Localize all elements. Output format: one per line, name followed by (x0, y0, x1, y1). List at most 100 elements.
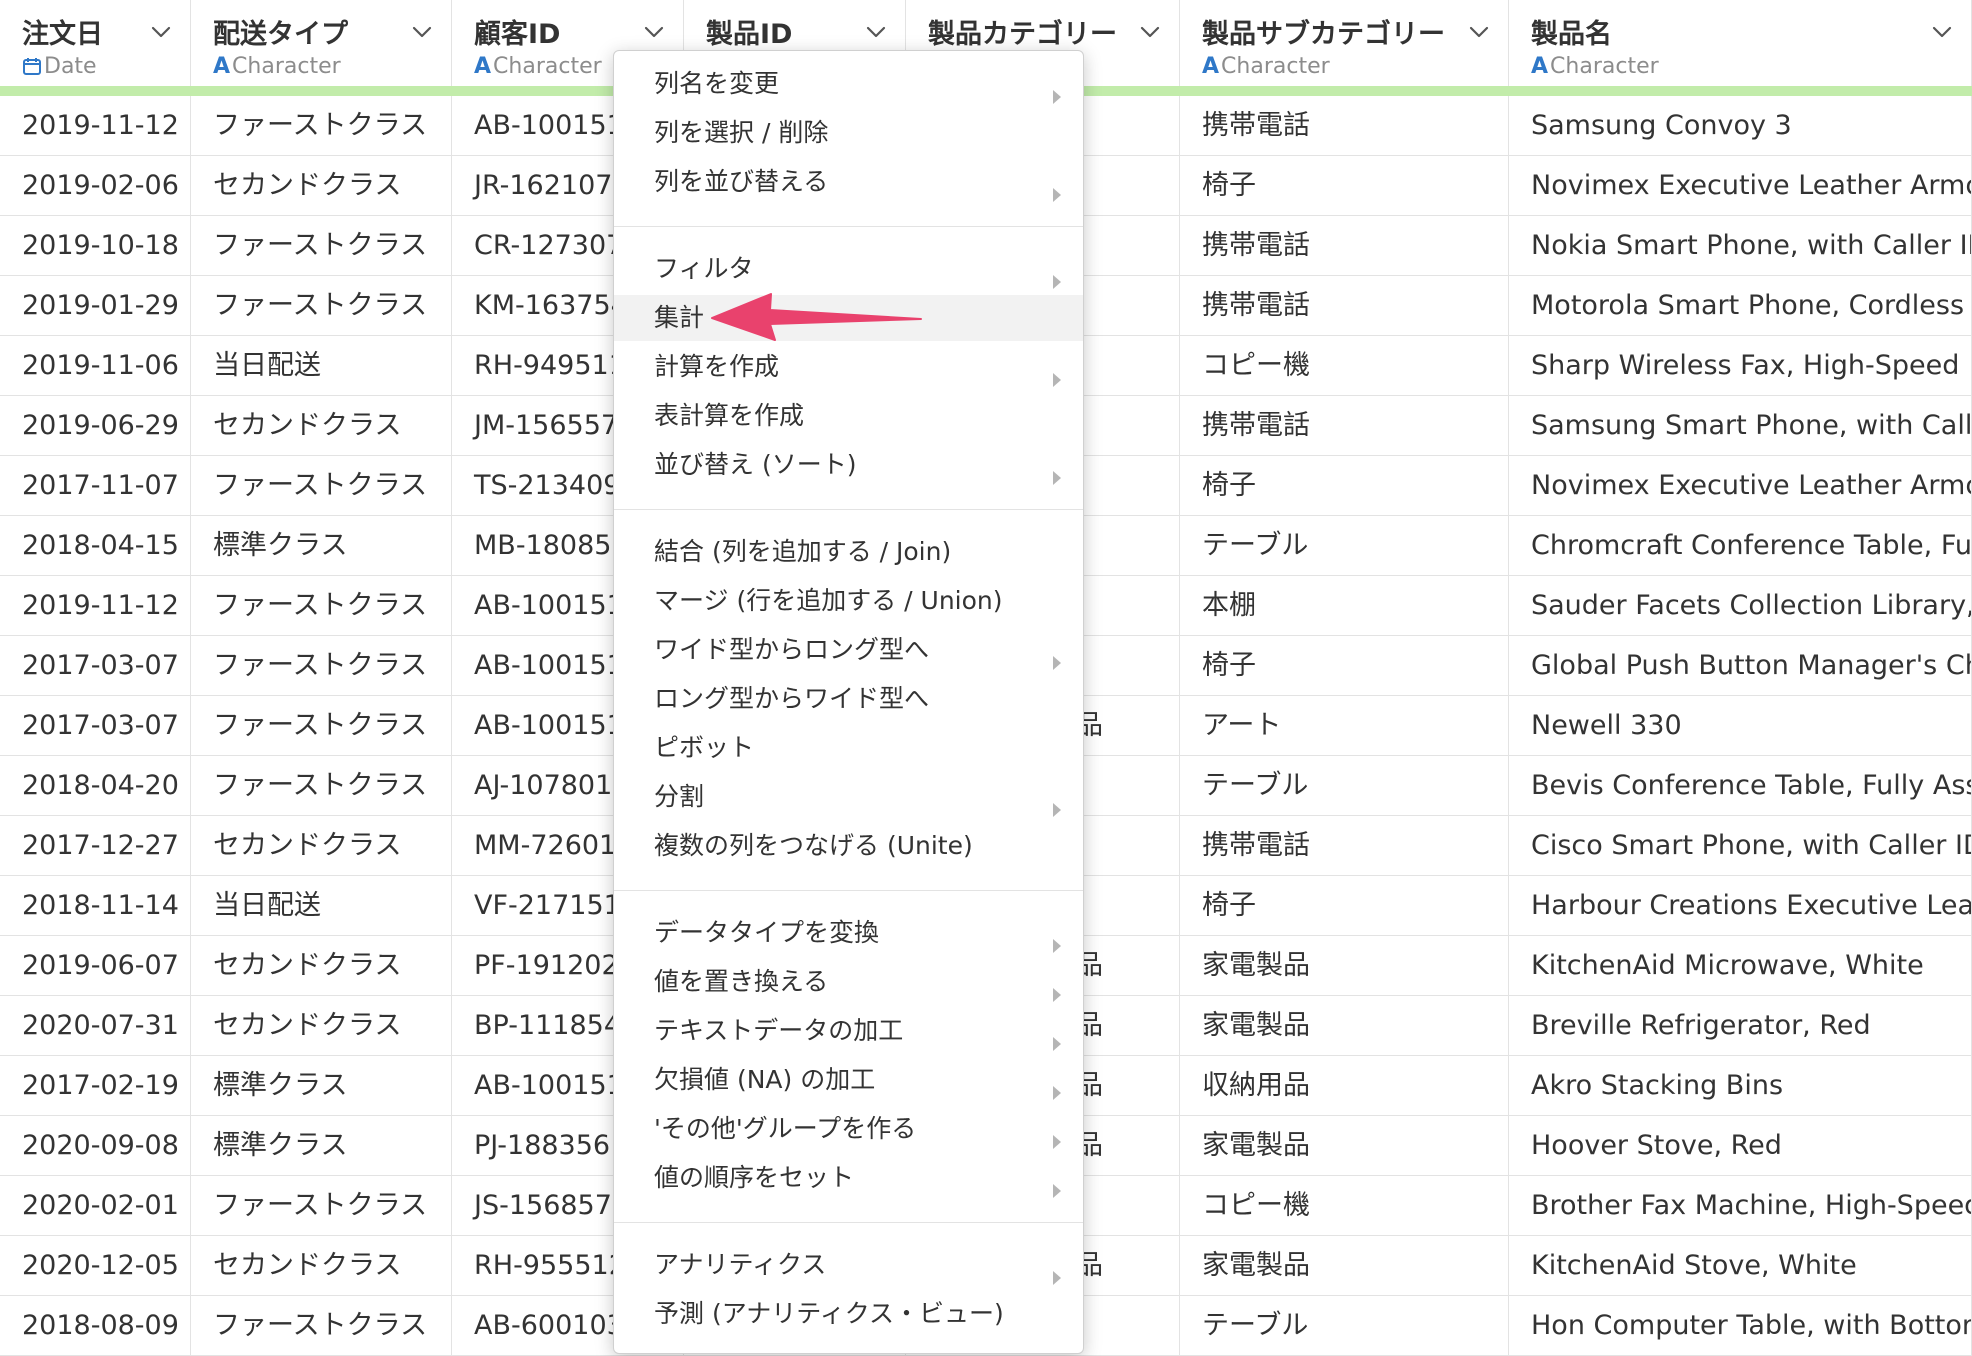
table-cell[interactable]: 2019-10-18 (0, 216, 191, 275)
table-cell[interactable]: テーブル (1180, 756, 1509, 815)
menu-item[interactable]: 計算を作成 (614, 344, 1083, 390)
column-header[interactable]: 製品名 ACharacter (1509, 0, 1972, 86)
table-cell[interactable]: セカンドクラス (191, 1236, 452, 1295)
table-cell[interactable]: 2018-11-14 (0, 876, 191, 935)
menu-item[interactable]: 欠損値 (NA) の加工 (614, 1057, 1083, 1103)
table-cell[interactable]: 家電製品 (1180, 1236, 1509, 1295)
table-cell[interactable]: Chromcraft Conference Table, Fully (1509, 516, 1972, 575)
menu-item[interactable]: アナリティクス (614, 1242, 1083, 1288)
table-cell[interactable]: KitchenAid Stove, White (1509, 1236, 1972, 1295)
table-cell[interactable]: 当日配送 (191, 876, 452, 935)
menu-item[interactable]: 結合 (列を追加する / Join) (614, 529, 1083, 575)
menu-item[interactable]: 'その他'グループを作る (614, 1106, 1083, 1152)
table-cell[interactable]: テーブル (1180, 1296, 1509, 1355)
table-cell[interactable]: Samsung Smart Phone, with Caller (1509, 396, 1972, 455)
table-cell[interactable]: 家電製品 (1180, 996, 1509, 1055)
table-cell[interactable]: 2019-11-12 (0, 96, 191, 155)
menu-item[interactable]: フィルタ (614, 246, 1083, 292)
table-cell[interactable]: ファーストクラス (191, 756, 452, 815)
table-cell[interactable]: Cisco Smart Phone, with Caller ID (1509, 816, 1972, 875)
table-cell[interactable]: 家電製品 (1180, 936, 1509, 995)
table-cell[interactable]: ファーストクラス (191, 276, 452, 335)
table-cell[interactable]: ファーストクラス (191, 576, 452, 635)
table-cell[interactable]: Breville Refrigerator, Red (1509, 996, 1972, 1055)
table-cell[interactable]: Novimex Executive Leather Armcha (1509, 456, 1972, 515)
column-header[interactable]: 製品サブカテゴリー ACharacter (1180, 0, 1509, 86)
table-cell[interactable]: 当日配送 (191, 336, 452, 395)
table-cell[interactable]: Novimex Executive Leather Armcha (1509, 156, 1972, 215)
table-cell[interactable]: Hoover Stove, Red (1509, 1116, 1972, 1175)
table-cell[interactable]: Nokia Smart Phone, with Caller ID (1509, 216, 1972, 275)
menu-item[interactable]: 値を置き換える (614, 959, 1083, 1005)
chevron-down-icon[interactable] (1467, 20, 1491, 44)
table-cell[interactable]: 収納用品 (1180, 1056, 1509, 1115)
table-cell[interactable]: 携帯電話 (1180, 816, 1509, 875)
table-cell[interactable]: コピー機 (1180, 336, 1509, 395)
table-cell[interactable]: ファーストクラス (191, 636, 452, 695)
table-cell[interactable]: ファーストクラス (191, 1296, 452, 1355)
table-cell[interactable]: 2020-09-08 (0, 1116, 191, 1175)
table-cell[interactable]: Samsung Convoy 3 (1509, 96, 1972, 155)
menu-item[interactable]: マージ (行を追加する / Union) (614, 578, 1083, 624)
table-cell[interactable]: 2018-08-09 (0, 1296, 191, 1355)
table-cell[interactable]: ファーストクラス (191, 96, 452, 155)
table-cell[interactable]: Sauder Facets Collection Library, S (1509, 576, 1972, 635)
table-cell[interactable]: 本棚 (1180, 576, 1509, 635)
table-cell[interactable]: セカンドクラス (191, 156, 452, 215)
table-cell[interactable]: KitchenAid Microwave, White (1509, 936, 1972, 995)
table-cell[interactable]: 2018-04-15 (0, 516, 191, 575)
table-cell[interactable]: 2019-11-06 (0, 336, 191, 395)
table-cell[interactable]: 標準クラス (191, 1056, 452, 1115)
table-cell[interactable]: Harbour Creations Executive Leathe (1509, 876, 1972, 935)
table-cell[interactable]: 2019-06-29 (0, 396, 191, 455)
menu-item[interactable]: 分割 (614, 774, 1083, 820)
column-header[interactable]: 注文日 Date (0, 0, 191, 86)
menu-item[interactable]: 値の順序をセット (614, 1155, 1083, 1201)
table-cell[interactable]: 椅子 (1180, 636, 1509, 695)
table-cell[interactable]: 2019-01-29 (0, 276, 191, 335)
table-cell[interactable]: Global Push Button Manager's Cha (1509, 636, 1972, 695)
table-cell[interactable]: 標準クラス (191, 1116, 452, 1175)
menu-item[interactable]: ワイド型からロング型へ (614, 627, 1083, 673)
menu-item[interactable]: ロング型からワイド型へ (614, 676, 1083, 722)
table-cell[interactable]: テーブル (1180, 516, 1509, 575)
table-cell[interactable]: セカンドクラス (191, 996, 452, 1055)
table-cell[interactable]: セカンドクラス (191, 396, 452, 455)
menu-item[interactable]: ピボット (614, 725, 1083, 771)
table-cell[interactable]: Sharp Wireless Fax, High-Speed (1509, 336, 1972, 395)
chevron-down-icon[interactable] (642, 20, 666, 44)
table-cell[interactable]: 携帯電話 (1180, 216, 1509, 275)
table-cell[interactable]: 家電製品 (1180, 1116, 1509, 1175)
chevron-down-icon[interactable] (1930, 20, 1954, 44)
menu-item[interactable]: テキストデータの加工 (614, 1008, 1083, 1054)
menu-item[interactable]: 列を並び替える (614, 159, 1083, 205)
table-cell[interactable]: ファーストクラス (191, 456, 452, 515)
menu-item[interactable]: 予測 (アナリティクス・ビュー) (614, 1291, 1083, 1337)
table-cell[interactable]: ファーストクラス (191, 1176, 452, 1235)
menu-item[interactable]: 複数の列をつなげる (Unite) (614, 823, 1083, 869)
table-cell[interactable]: 携帯電話 (1180, 96, 1509, 155)
table-cell[interactable]: 椅子 (1180, 876, 1509, 935)
table-cell[interactable]: 2017-11-07 (0, 456, 191, 515)
table-cell[interactable]: 2017-03-07 (0, 636, 191, 695)
table-cell[interactable]: ファーストクラス (191, 216, 452, 275)
chevron-down-icon[interactable] (864, 20, 888, 44)
table-cell[interactable]: 2020-07-31 (0, 996, 191, 1055)
table-cell[interactable]: Motorola Smart Phone, Cordless (1509, 276, 1972, 335)
table-cell[interactable]: Brother Fax Machine, High-Speed (1509, 1176, 1972, 1235)
table-cell[interactable]: 携帯電話 (1180, 396, 1509, 455)
chevron-down-icon[interactable] (410, 20, 434, 44)
menu-item[interactable]: 列名を変更 (614, 61, 1083, 107)
menu-item[interactable]: 表計算を作成 (614, 393, 1083, 439)
table-cell[interactable]: コピー機 (1180, 1176, 1509, 1235)
table-cell[interactable]: 2017-03-07 (0, 696, 191, 755)
table-cell[interactable]: 2019-06-07 (0, 936, 191, 995)
table-cell[interactable]: Bevis Conference Table, Fully Asser (1509, 756, 1972, 815)
menu-item[interactable]: 集計 (614, 295, 1083, 341)
table-cell[interactable]: 椅子 (1180, 156, 1509, 215)
table-cell[interactable]: 2019-02-06 (0, 156, 191, 215)
table-cell[interactable]: 2020-12-05 (0, 1236, 191, 1295)
column-header[interactable]: 配送タイプ ACharacter (191, 0, 452, 86)
table-cell[interactable]: 2017-02-19 (0, 1056, 191, 1115)
menu-item[interactable]: データタイプを変換 (614, 910, 1083, 956)
